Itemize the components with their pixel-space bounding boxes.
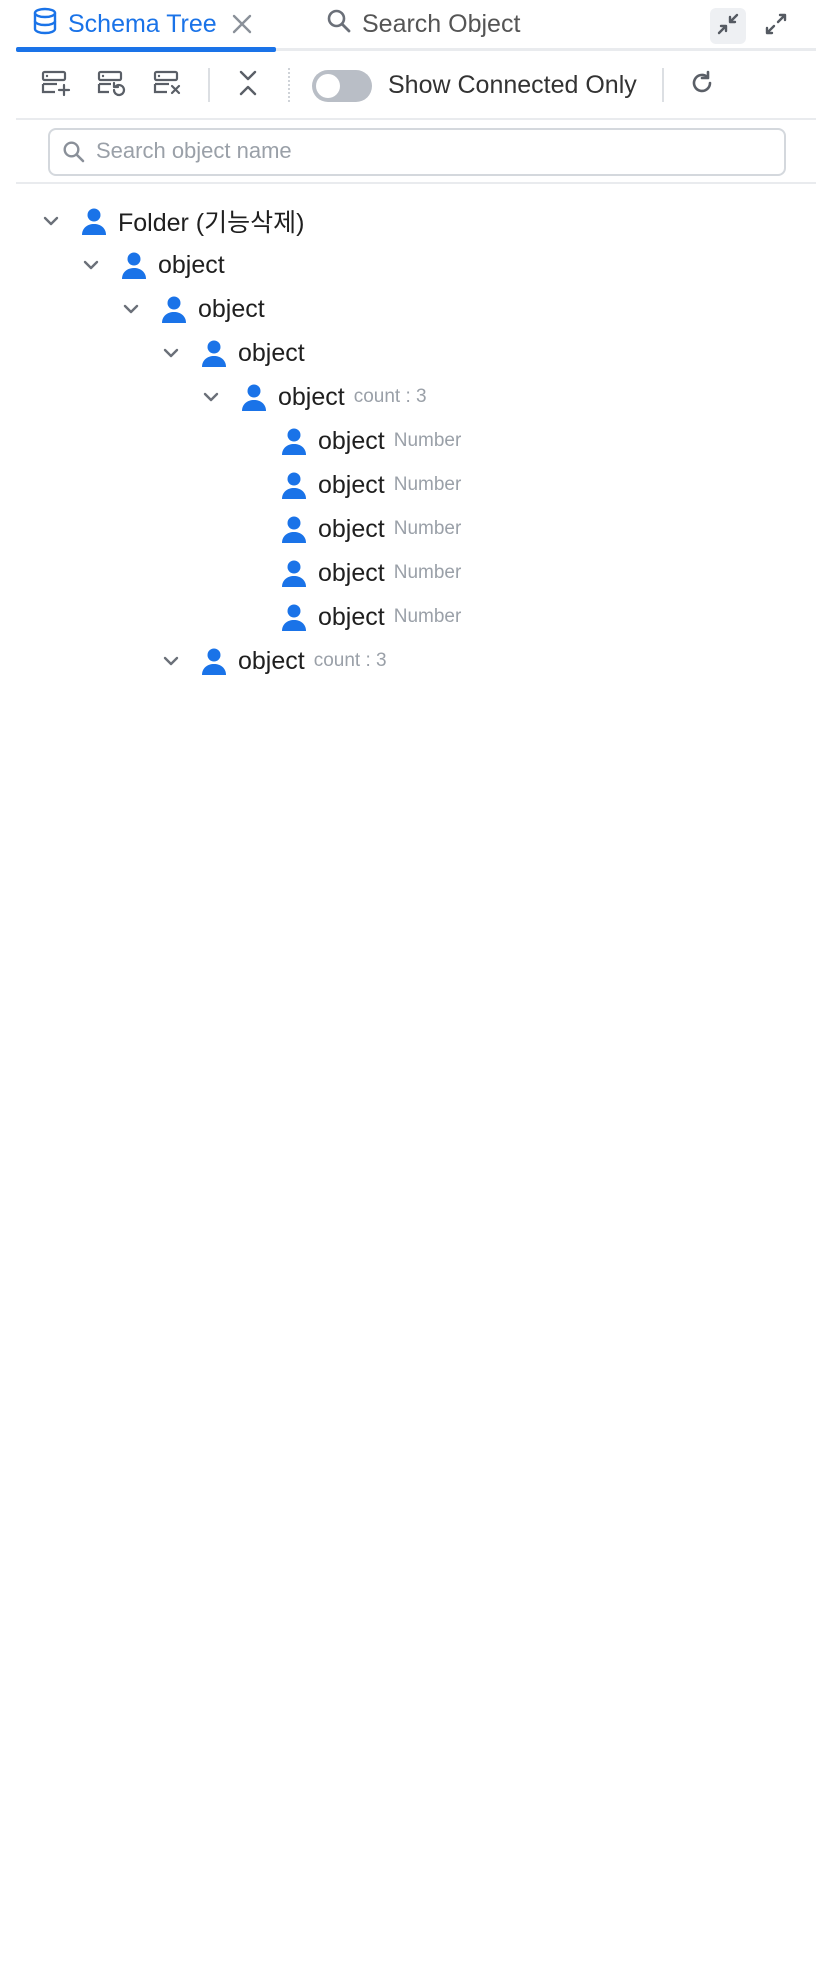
search-object-input[interactable] [96, 132, 766, 170]
remove-item-button[interactable] [150, 68, 186, 102]
type-meta: Number [393, 430, 462, 451]
collapse-panel-button[interactable] [710, 8, 746, 44]
user-icon [238, 381, 270, 413]
expand-arrows-icon [763, 11, 789, 42]
user-icon [78, 205, 110, 237]
user-icon [278, 601, 310, 633]
type-meta: Number [393, 562, 462, 583]
database-icon [32, 7, 58, 42]
chevron-down-icon[interactable] [36, 206, 66, 236]
user-icon [278, 425, 310, 457]
tree-leaf[interactable]: object Number [278, 421, 461, 461]
tab-search-object-label: Search Object [362, 9, 521, 38]
tree-node-label: object [318, 558, 385, 587]
expand-panel-button[interactable] [758, 8, 794, 44]
search-icon [62, 140, 86, 169]
user-icon [278, 469, 310, 501]
tree-node[interactable]: object [76, 245, 225, 285]
tree-node-label: object [198, 294, 265, 323]
refresh-icon [688, 69, 716, 102]
tree-node[interactable]: object [116, 289, 265, 329]
schema-panel: Schema Tree Search Object Show Connected… [0, 0, 816, 1988]
restore-item-icon [97, 69, 127, 102]
user-icon [198, 337, 230, 369]
close-icon[interactable] [231, 13, 253, 35]
tree-node-label: Folder (기능삭제) [118, 209, 305, 237]
toolbar: Show Connected Only [16, 52, 816, 120]
chevron-down-icon[interactable] [156, 646, 186, 676]
search-icon [326, 8, 352, 41]
collapse-all-button[interactable] [230, 68, 266, 102]
tree-node[interactable]: object count : 3 [196, 377, 427, 417]
remove-item-icon [153, 69, 183, 102]
tree-leaf[interactable]: object Number [278, 597, 461, 637]
tree-leaf[interactable]: object Number [278, 553, 461, 593]
toolbar-dotted-divider [288, 68, 290, 102]
chevron-down-icon[interactable] [76, 250, 106, 280]
tree-node[interactable]: object [156, 333, 305, 373]
add-item-button[interactable] [38, 68, 74, 102]
user-icon [278, 513, 310, 545]
collapse-all-icon [236, 68, 260, 103]
restore-item-button[interactable] [94, 68, 130, 102]
chevron-down-icon[interactable] [156, 338, 186, 368]
add-item-icon [41, 69, 71, 102]
show-connected-only-toggle[interactable] [312, 70, 372, 102]
tab-schema-tree[interactable]: Schema Tree [32, 0, 253, 48]
tree-node-label: object [318, 514, 385, 543]
toolbar-divider-2 [662, 68, 664, 102]
tab-schema-tree-label: Schema Tree [68, 9, 217, 38]
tree-node-label: object [158, 250, 225, 279]
tree-node-label: object [318, 426, 385, 455]
tab-search-object[interactable]: Search Object [326, 0, 520, 48]
type-meta: Number [393, 518, 462, 539]
search-box [48, 128, 786, 176]
collapse-arrows-icon [715, 11, 741, 42]
type-meta: Number [393, 474, 462, 495]
toggle-knob [316, 74, 340, 98]
chevron-down-icon[interactable] [116, 294, 146, 324]
count-meta: count : 3 [353, 386, 427, 407]
search-divider [16, 182, 816, 184]
tree-leaf[interactable]: object Number [278, 465, 461, 505]
refresh-button[interactable] [684, 68, 720, 102]
tree-node[interactable]: object count : 3 [156, 641, 387, 681]
tree-node-label: object [318, 470, 385, 499]
user-icon [118, 249, 150, 281]
toolbar-divider [208, 68, 210, 102]
user-icon [158, 293, 190, 325]
user-icon [198, 645, 230, 677]
tree-node-label: object [318, 602, 385, 631]
count-meta: count : 3 [313, 650, 387, 671]
chevron-down-icon[interactable] [196, 382, 226, 412]
tree-node-label: object [278, 382, 345, 411]
type-meta: Number [393, 606, 462, 627]
tree-node-label: object [238, 338, 305, 367]
show-connected-only-label: Show Connected Only [388, 71, 637, 99]
tree-leaf[interactable]: object Number [278, 509, 461, 549]
tree-node-label: object [238, 646, 305, 675]
user-icon [278, 557, 310, 589]
tab-bar: Schema Tree Search Object [16, 0, 816, 52]
tree-node-root[interactable]: Folder (기능삭제) [36, 201, 304, 241]
